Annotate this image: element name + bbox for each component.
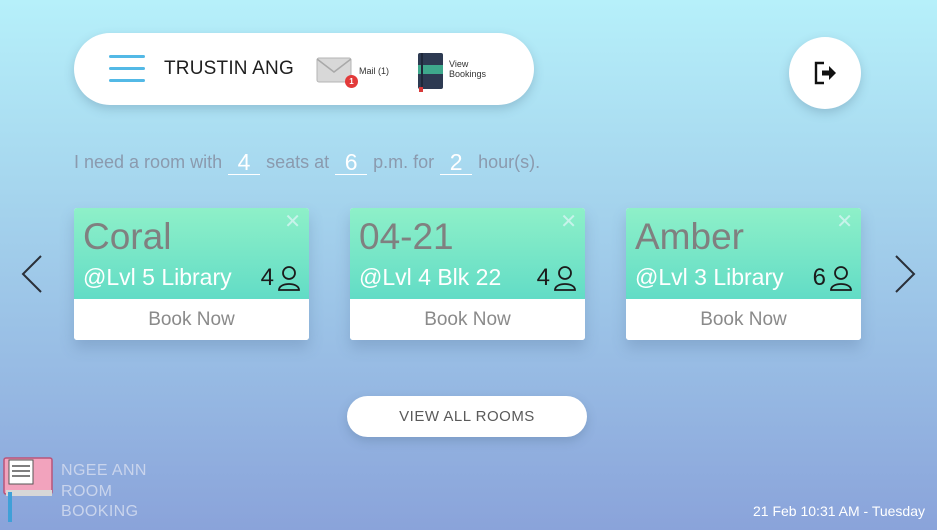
room-seat-count: 6: [812, 264, 826, 291]
logout-button[interactable]: [789, 37, 861, 109]
book-now-button[interactable]: Book Now: [350, 299, 585, 340]
time-input[interactable]: 6: [335, 150, 368, 175]
room-seat-count: 4: [260, 264, 274, 291]
room-query: I need a room with 4 seats at 6 p.m. for…: [74, 150, 540, 175]
username: TRUSTIN ANG: [164, 58, 294, 79]
room-name: 04-21: [359, 216, 454, 257]
room-seats: 6: [813, 264, 853, 292]
person-icon: [278, 266, 300, 291]
logout-icon: [814, 61, 836, 85]
query-text-2: seats at: [266, 152, 330, 172]
query-text-1: I need a room with: [74, 152, 223, 172]
bookings-label-line2: Bookings: [449, 69, 487, 79]
bookings-label-line1: View: [449, 59, 469, 69]
view-all-rooms-button[interactable]: VIEW ALL ROOMS: [347, 396, 587, 437]
close-icon[interactable]: ✕: [284, 212, 301, 232]
chevron-right-icon[interactable]: [893, 254, 917, 294]
room-seats: 4: [537, 264, 577, 292]
bookings-label: View Bookings: [449, 59, 504, 79]
room-name: Amber: [635, 216, 744, 257]
close-icon[interactable]: ✕: [560, 212, 577, 232]
seats-input[interactable]: 4: [228, 150, 261, 175]
brand-line2: ROOM: [61, 482, 113, 500]
room-location: @Lvl 3 Library: [635, 264, 784, 290]
room-seats: 4: [261, 264, 301, 292]
mail-button[interactable]: 1 Mail (1): [316, 55, 396, 89]
top-bar: TRUSTIN ANG 1 Mail (1) View Bookings: [74, 33, 534, 105]
room-card: Amber ✕ @Lvl 3 Library 6 Book Now: [626, 208, 861, 340]
query-text-4: hour(s).: [478, 152, 541, 172]
hours-input[interactable]: 2: [440, 150, 473, 175]
book-now-button[interactable]: Book Now: [626, 299, 861, 340]
bookings-book-icon: [418, 53, 443, 92]
app-brand: NGEE ANN ROOM BOOKING: [61, 461, 147, 523]
chevron-left-icon[interactable]: [20, 254, 44, 294]
mail-label: Mail (1): [359, 66, 390, 76]
person-icon: [830, 266, 852, 291]
room-location: @Lvl 4 Blk 22: [359, 264, 502, 290]
brand-line3: BOOKING: [61, 503, 139, 520]
room-card: Coral ✕ @Lvl 5 Library 4 Book Now: [74, 208, 309, 340]
room-location: @Lvl 5 Library: [83, 264, 232, 290]
view-bookings-button[interactable]: View Bookings: [416, 52, 506, 92]
room-card: 04-21 ✕ @Lvl 4 Blk 22 4 Book Now: [350, 208, 585, 340]
app-logo-icon: [3, 457, 53, 522]
room-card-header: Amber ✕ @Lvl 3 Library 6: [626, 208, 861, 299]
query-text-3: p.m. for: [373, 152, 435, 172]
book-now-button[interactable]: Book Now: [74, 299, 309, 340]
brand-line1: NGEE ANN: [61, 462, 147, 479]
room-name: Coral: [83, 216, 172, 257]
room-card-header: Coral ✕ @Lvl 5 Library 4: [74, 208, 309, 299]
person-icon: [554, 266, 576, 291]
room-seat-count: 4: [536, 264, 550, 291]
mail-badge: 1: [345, 75, 358, 88]
room-card-header: 04-21 ✕ @Lvl 4 Blk 22 4: [350, 208, 585, 299]
hamburger-menu-icon[interactable]: [109, 55, 145, 82]
close-icon[interactable]: ✕: [836, 212, 853, 232]
current-datetime: 21 Feb 10:31 AM - Tuesday: [753, 503, 925, 519]
